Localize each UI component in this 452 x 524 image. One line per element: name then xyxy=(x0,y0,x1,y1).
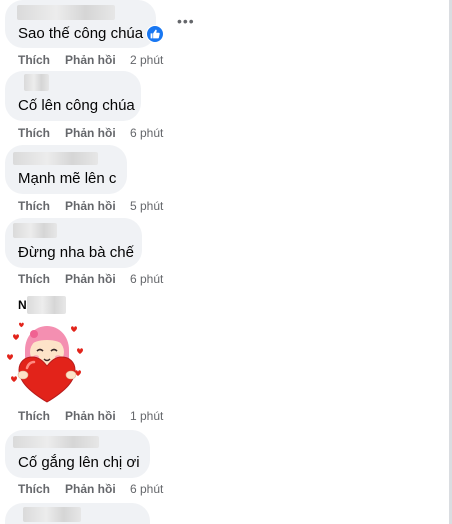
comment-timestamp[interactable]: 6 phút xyxy=(130,126,163,140)
heart-girl-sticker xyxy=(7,322,83,403)
like-button[interactable]: Thích xyxy=(18,126,50,140)
comment-bubble: Mạnh mẽ lên c xyxy=(5,145,127,194)
redacted-author-name xyxy=(13,223,57,238)
comment-bubble: Sao thế công chúa xyxy=(5,0,156,48)
reply-button[interactable]: Phản hồi xyxy=(65,272,116,286)
like-button[interactable]: Thích xyxy=(18,482,50,496)
comment-text: Cố lên công chúa xyxy=(18,97,135,114)
thumbs-up-icon[interactable] xyxy=(146,25,164,43)
redacted-author-name xyxy=(23,507,81,522)
comment-timestamp[interactable]: 1 phút xyxy=(130,409,163,423)
comment-timestamp[interactable]: 2 phút xyxy=(130,53,163,67)
comment-text: Cố gắng lên chị ơi xyxy=(18,454,140,471)
redacted-author-name xyxy=(27,296,66,314)
reply-button[interactable]: Phản hồi xyxy=(65,409,116,423)
author-name[interactable]: N xyxy=(18,298,27,312)
like-button[interactable]: Thích xyxy=(18,272,50,286)
comment-timestamp[interactable]: 5 phút xyxy=(130,199,163,213)
like-button[interactable]: Thích xyxy=(18,53,50,67)
comment-text: Đừng nha bà chế xyxy=(18,244,134,261)
comment-bubble xyxy=(5,503,150,524)
comment-timestamp[interactable]: 6 phút xyxy=(130,482,163,496)
reply-button[interactable]: Phản hồi xyxy=(65,126,116,140)
comment-text: Sao thế công chúa xyxy=(18,25,144,42)
comment-bubble: Đừng nha bà chế xyxy=(5,218,142,268)
reply-button[interactable]: Phản hồi xyxy=(65,199,116,213)
comment-timestamp[interactable]: 6 phút xyxy=(130,272,163,286)
like-button[interactable]: Thích xyxy=(18,409,50,423)
comment-bubble: Cố lên công chúa xyxy=(5,71,141,121)
reply-button[interactable]: Phản hồi xyxy=(65,53,116,67)
comment-text: Mạnh mẽ lên c xyxy=(18,170,117,187)
reply-button[interactable]: Phản hồi xyxy=(65,482,116,496)
redacted-author-name xyxy=(13,436,99,448)
more-options-icon[interactable]: ••• xyxy=(177,14,195,28)
redacted-author-name xyxy=(17,5,115,20)
comment-bubble: Cố gắng lên chị ơi xyxy=(5,430,150,478)
redacted-author-name xyxy=(13,152,98,165)
like-button[interactable]: Thích xyxy=(18,199,50,213)
redacted-author-name xyxy=(24,74,49,91)
